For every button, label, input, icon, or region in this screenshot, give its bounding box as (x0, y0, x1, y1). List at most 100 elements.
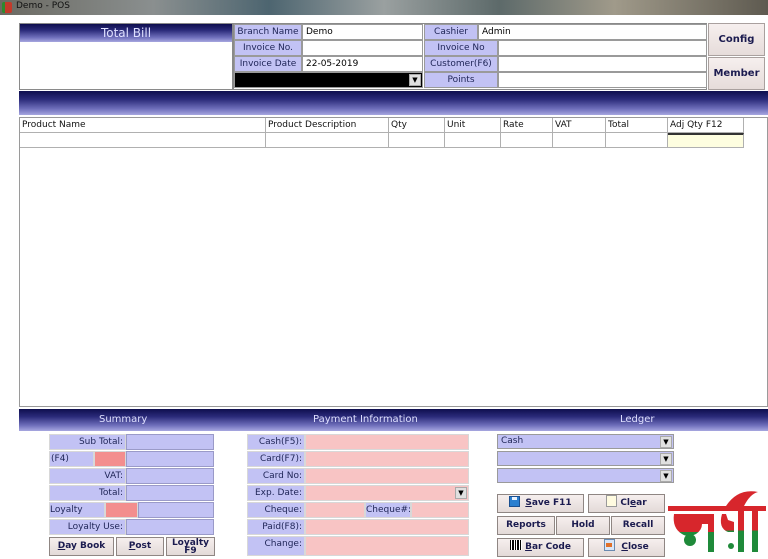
day-book-label: ay Book (65, 541, 106, 551)
table-cell[interactable] (389, 133, 445, 148)
exp-date-dropdown[interactable]: ▼ (305, 485, 469, 501)
loyalty-earn-pink-field[interactable] (105, 502, 138, 518)
logo-glyph-bar (752, 511, 758, 552)
column-header[interactable]: Total (606, 118, 668, 133)
chevron-down-icon[interactable]: ▼ (455, 487, 467, 499)
card-no-field[interactable] (305, 468, 469, 484)
column-header[interactable]: Product Name (20, 118, 266, 133)
table-cell[interactable] (445, 133, 501, 148)
disc-field[interactable] (126, 451, 214, 467)
clear-button[interactable]: Clear (588, 494, 665, 513)
barcode-icon (510, 540, 523, 550)
total-label: Total: (49, 485, 126, 501)
change-label: Change: (247, 536, 305, 556)
vat-label: VAT: (49, 468, 126, 484)
window-title: Demo - POS (16, 1, 70, 11)
points-field[interactable] (498, 72, 707, 88)
adj-qty-cell[interactable] (668, 133, 744, 148)
change-field[interactable] (305, 536, 469, 556)
config-button[interactable]: Config (708, 23, 765, 56)
close-button[interactable]: Close (588, 538, 665, 557)
chevron-down-icon[interactable]: ▼ (660, 453, 672, 465)
paid-label: Paid(F8): (247, 519, 305, 535)
hold-button[interactable]: Hold (556, 516, 610, 535)
save-label: ave F11 (531, 498, 572, 508)
invoice-date-field[interactable]: 22-05-2019 (302, 56, 423, 72)
table-cell[interactable] (266, 133, 389, 148)
ledger-select-1[interactable]: Cash ▼ (497, 434, 674, 449)
table-cell[interactable] (501, 133, 553, 148)
cashier-label: Cashier (424, 24, 478, 40)
invoice-no-label: Invoice No. (234, 40, 302, 56)
save-button[interactable]: Save F11 (497, 494, 584, 513)
table-cell[interactable] (20, 133, 266, 148)
invoice-date-label: Invoice Date (234, 56, 302, 72)
column-header[interactable]: VAT (553, 118, 606, 133)
total-field[interactable] (126, 485, 214, 501)
card-field[interactable] (305, 451, 469, 467)
exp-date-label: Exp. Date: (247, 485, 305, 501)
logo-headline (668, 506, 766, 511)
ledger-select-3[interactable]: ▼ (497, 468, 674, 483)
cashier-field[interactable]: Admin (478, 24, 707, 40)
customer-dropdown[interactable] (498, 56, 707, 72)
table-cell[interactable] (553, 133, 606, 148)
logo-glyph-1 (673, 514, 714, 552)
reports-button[interactable]: Reports (497, 516, 555, 535)
summary-heading: Summary (99, 414, 148, 425)
close-key: C (621, 542, 628, 552)
vat-field[interactable] (126, 468, 214, 484)
loyalty-earn-field[interactable] (138, 502, 214, 518)
page-icon (606, 495, 618, 507)
recall-button[interactable]: Recall (611, 516, 665, 535)
brand-logo (668, 491, 766, 552)
bar-code-key: B (525, 542, 532, 552)
bottom-section-band: Summary Payment Information Ledger (19, 409, 768, 431)
cheque-field[interactable] (305, 502, 365, 518)
branch-name-field[interactable]: Demo (302, 24, 423, 40)
bar-code-label: ar Code (531, 542, 571, 552)
clear-label-pre: Cl (620, 498, 631, 508)
cheque-no-label: Cheque#: (365, 502, 411, 518)
invoice-no2-field[interactable] (498, 40, 707, 56)
day-book-button[interactable]: Day Book (49, 537, 114, 556)
ledger-select-2[interactable]: ▼ (497, 451, 674, 466)
column-header[interactable]: Qty (389, 118, 445, 133)
cheque-label: Cheque: (247, 502, 305, 518)
paid-field[interactable] (305, 519, 469, 535)
invoice-info-grid: Branch Name Demo Invoice No. Invoice Dat… (233, 23, 707, 90)
column-header[interactable]: Rate (501, 118, 553, 133)
product-grid[interactable]: Product Name Product Description Qty Uni… (19, 117, 768, 407)
logo-glyph-flourish (726, 491, 758, 506)
close-label: lose (627, 542, 649, 552)
member-button[interactable]: Member (708, 57, 765, 90)
black-dropdown[interactable]: ▼ (234, 72, 423, 88)
loyalty-earn-label: Loyalty Earn (49, 502, 105, 529)
points-label: Points (424, 72, 498, 88)
chevron-down-icon[interactable]: ▼ (409, 74, 421, 86)
loyalty-use-field[interactable] (126, 519, 214, 535)
disc-percent-field[interactable] (94, 451, 126, 467)
table-cell[interactable] (606, 133, 668, 148)
ledger-heading: Ledger (620, 414, 655, 425)
disc-label: (F4) Disc. (49, 451, 94, 478)
card-no-label: Card No: (247, 468, 305, 484)
chevron-down-icon[interactable]: ▼ (660, 470, 672, 482)
column-header[interactable]: Adj Qty F12 (668, 118, 744, 133)
invoice-no-field[interactable] (302, 40, 423, 56)
cash-field[interactable] (305, 434, 469, 450)
customer-label: Customer(F6) (424, 56, 498, 72)
loyalty-f9-button[interactable]: Loyalty F9 (166, 537, 215, 556)
chevron-down-icon[interactable]: ▼ (660, 436, 672, 448)
column-header[interactable]: Unit (445, 118, 501, 133)
bar-code-button[interactable]: Bar Code (497, 538, 584, 557)
cheque-no-field[interactable] (411, 502, 469, 518)
post-button[interactable]: Post (116, 537, 164, 556)
column-header[interactable]: Product Description (266, 118, 389, 133)
window-titlebar: Demo - POS (0, 0, 768, 15)
total-bill-value (20, 42, 232, 89)
sub-total-field[interactable] (126, 434, 214, 450)
loyalty-key-label: F9 (184, 546, 197, 556)
sub-total-label: Sub Total: (49, 434, 126, 450)
branch-name-label: Branch Name (234, 24, 302, 40)
